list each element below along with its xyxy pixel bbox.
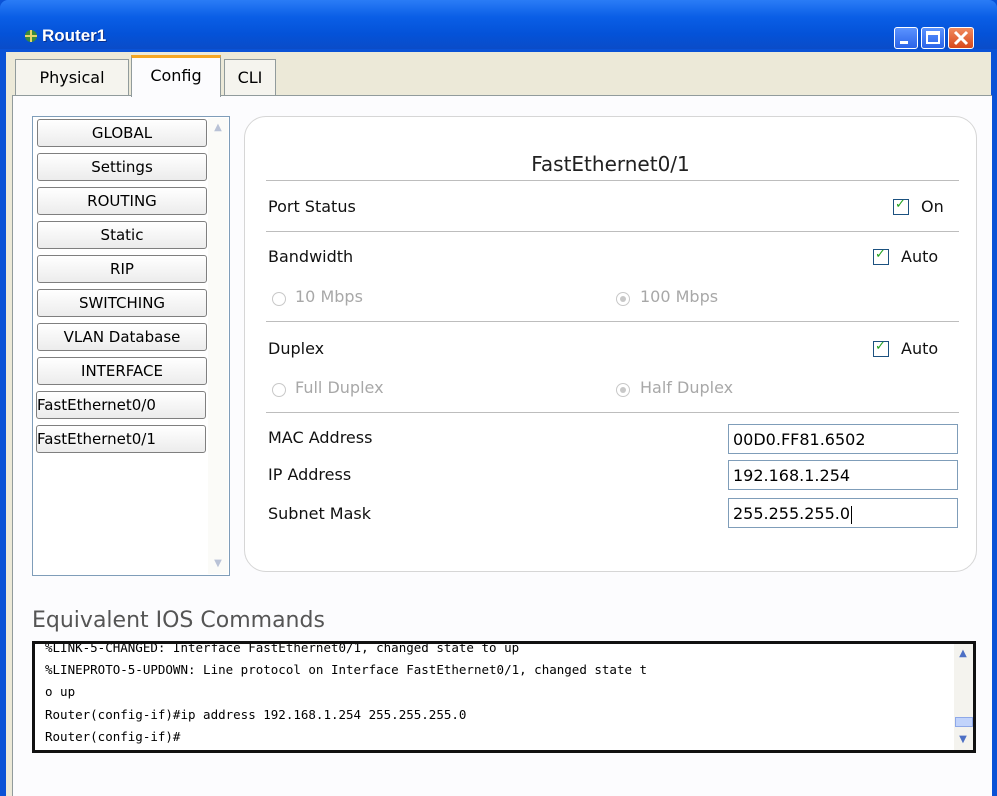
port-status-label: Port Status	[268, 197, 356, 216]
ip-address-field[interactable]: 192.168.1.254	[728, 460, 958, 490]
sidebar-item-routing[interactable]: ROUTING	[37, 187, 207, 215]
scroll-down-icon[interactable]: ▼	[210, 556, 226, 572]
duplex-auto-label: Auto	[901, 339, 939, 358]
scrollbar-thumb[interactable]	[955, 717, 973, 727]
console-line: %LINK-5-CHANGED: Interface FastEthernet0…	[45, 641, 520, 655]
maximize-button[interactable]	[921, 27, 945, 49]
sidebar-item-settings[interactable]: Settings	[37, 153, 207, 181]
duplex-label: Duplex	[268, 339, 325, 358]
ios-commands-console[interactable]: %LINK-5-CHANGED: Interface FastEthernet0…	[32, 641, 976, 753]
sidebar-item-static[interactable]: Static	[37, 221, 207, 249]
minimize-button[interactable]	[894, 27, 918, 49]
duplex-auto-checkbox[interactable]	[873, 339, 889, 357]
interface-title: FastEthernet0/1	[531, 152, 690, 176]
divider	[266, 321, 959, 322]
sidebar-item-interface[interactable]: INTERFACE	[37, 357, 207, 385]
bandwidth-auto-checkbox[interactable]	[873, 247, 889, 265]
bandwidth-auto-label: Auto	[901, 247, 939, 266]
sidebar-item-vlan-database[interactable]: VLAN Database	[37, 323, 207, 351]
bandwidth-10-label: 10 Mbps	[295, 287, 363, 306]
title-bar[interactable]: Router1	[0, 0, 997, 49]
router-app-icon	[25, 30, 37, 42]
console-line: Router(config-if)#	[45, 729, 181, 744]
port-status-on-label: On	[921, 197, 944, 216]
sidebar-item-fastethernet0-0[interactable]: FastEthernet0/0	[36, 391, 206, 419]
tab-cli[interactable]: CLI	[224, 59, 276, 95]
bandwidth-10-radio[interactable]	[272, 292, 286, 306]
mac-address-field[interactable]: 00D0.FF81.6502	[728, 424, 958, 454]
maximize-icon	[926, 31, 940, 44]
ip-address-label: IP Address	[268, 465, 352, 484]
port-status-checkbox[interactable]	[893, 197, 909, 215]
console-scrollbar[interactable]: ▲ ▼	[954, 644, 973, 750]
subnet-mask-label: Subnet Mask	[268, 504, 372, 523]
close-button[interactable]	[948, 27, 974, 49]
subnet-mask-field[interactable]: 255.255.255.0	[728, 498, 958, 528]
console-line: %LINEPROTO-5-UPDOWN: Line protocol on In…	[45, 662, 648, 677]
half-duplex-label: Half Duplex	[640, 378, 734, 397]
scroll-down-icon[interactable]: ▼	[955, 732, 971, 748]
minimize-icon	[900, 41, 908, 44]
bandwidth-label: Bandwidth	[268, 247, 354, 266]
full-duplex-radio[interactable]	[272, 383, 286, 397]
scroll-up-icon[interactable]: ▲	[955, 646, 971, 662]
ios-commands-title: Equivalent IOS Commands	[32, 608, 325, 633]
divider	[266, 231, 959, 232]
bandwidth-100-radio[interactable]	[616, 292, 630, 306]
sidebar-item-global[interactable]: GLOBAL	[37, 119, 207, 147]
subnet-mask-value: 255.255.255.0	[733, 504, 851, 523]
window-title: Router1	[42, 26, 107, 45]
half-duplex-radio[interactable]	[616, 383, 630, 397]
console-line: o up	[45, 684, 76, 699]
divider	[266, 180, 959, 181]
application-window: Router1 Physical Config CLI ▲ ▼ GLOBAL S…	[0, 0, 997, 796]
close-icon	[953, 30, 969, 46]
sidebar-item-switching[interactable]: SWITCHING	[37, 289, 207, 317]
sidebar-item-rip[interactable]: RIP	[37, 255, 207, 283]
scroll-up-icon[interactable]: ▲	[210, 120, 226, 136]
full-duplex-label: Full Duplex	[295, 378, 384, 397]
console-line: Router(config-if)#ip address 192.168.1.2…	[45, 707, 467, 722]
tab-config[interactable]: Config	[131, 55, 221, 97]
bandwidth-100-label: 100 Mbps	[640, 287, 719, 306]
sidebar-item-fastethernet0-1[interactable]: FastEthernet0/1	[36, 425, 206, 453]
text-caret	[851, 505, 853, 524]
nav-scrollbar[interactable]: ▲ ▼	[208, 118, 228, 574]
tab-physical[interactable]: Physical	[15, 59, 129, 95]
mac-address-label: MAC Address	[268, 428, 373, 447]
divider	[266, 412, 959, 413]
